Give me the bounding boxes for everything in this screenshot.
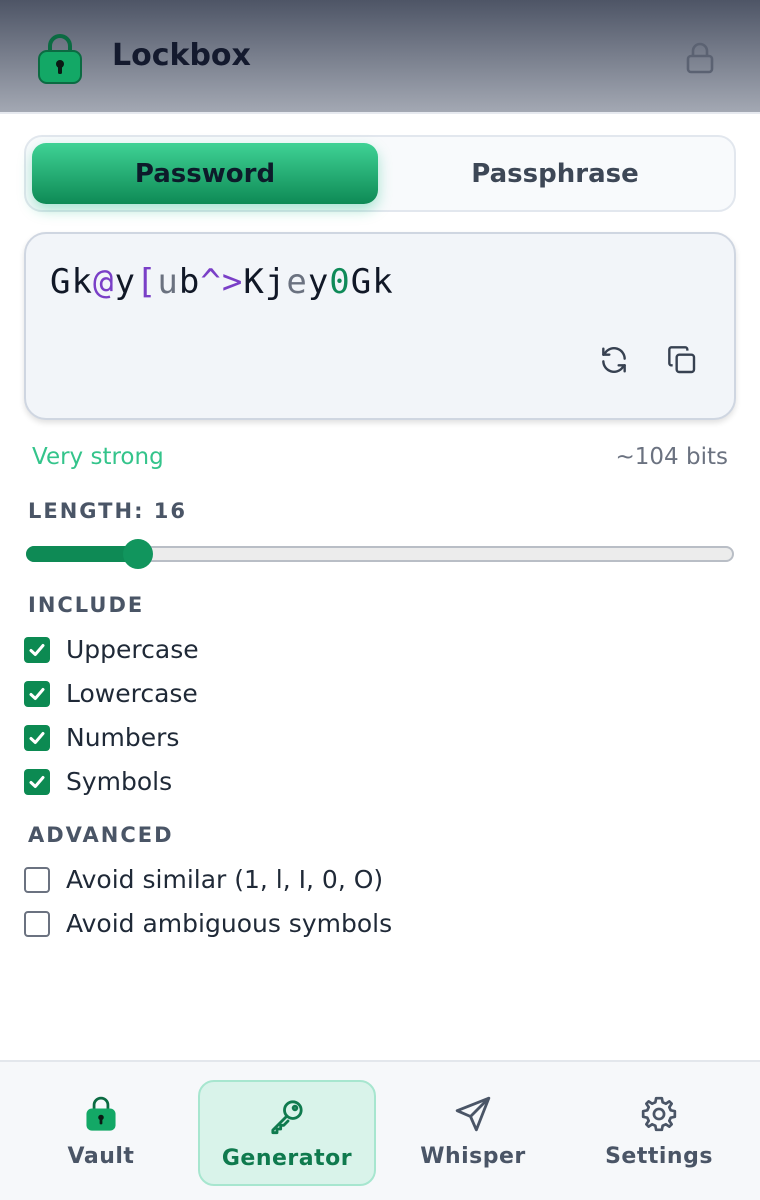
lock-button[interactable] (680, 38, 720, 78)
include-heading: INCLUDE (28, 593, 145, 617)
checkbox-uppercase[interactable] (24, 636, 50, 663)
option-avoid-ambiguous[interactable]: Avoid ambiguous symbols (24, 909, 392, 938)
slider-fill (26, 546, 138, 562)
key-icon (271, 1100, 303, 1135)
checkbox-avoid-similar[interactable] (24, 866, 50, 893)
checkbox-avoid-ambiguous[interactable] (24, 910, 50, 937)
regenerate-button[interactable] (594, 340, 634, 380)
green-lock-icon (86, 1096, 116, 1131)
length-slider[interactable] (26, 539, 734, 569)
app-title: Lockbox (112, 38, 251, 73)
nav-whisper[interactable]: Whisper (384, 1080, 562, 1186)
checkmark-icon (29, 643, 45, 656)
header-divider (0, 112, 760, 114)
option-numbers[interactable]: Numbers (24, 723, 179, 752)
copy-icon (668, 346, 696, 374)
option-label: Uppercase (66, 635, 199, 664)
entropy-bits: ~104 bits (615, 444, 728, 470)
advanced-heading: ADVANCED (28, 823, 174, 847)
mode-segmented-control: Password Passphrase (24, 135, 736, 212)
padlock-icon (686, 42, 714, 74)
nav-vault[interactable]: Vault (12, 1080, 190, 1186)
option-label: Avoid similar (1, l, I, 0, O) (66, 865, 384, 894)
generated-password[interactable]: Gk@y[ub^>Kjey0Gk (50, 262, 394, 302)
checkbox-numbers[interactable] (24, 724, 50, 751)
slider-thumb[interactable] (123, 539, 153, 569)
app-header: Lockbox (0, 0, 760, 112)
gear-icon (641, 1096, 677, 1132)
checkmark-icon (29, 775, 45, 788)
tab-password[interactable]: Password (32, 143, 378, 204)
option-label: Avoid ambiguous symbols (66, 909, 393, 938)
nav-label: Vault (67, 1144, 135, 1169)
tab-passphrase[interactable]: Passphrase (382, 143, 728, 204)
send-icon (455, 1096, 491, 1132)
checkmark-icon (29, 687, 45, 700)
option-label: Numbers (66, 723, 180, 752)
nav-label: Whisper (420, 1144, 526, 1169)
nav-label: Settings (605, 1144, 713, 1169)
checkmark-icon (29, 731, 45, 744)
strength-label: Very strong (32, 444, 164, 470)
bottom-nav: Vault Generator Whisper Settings (0, 1060, 760, 1200)
option-label: Lowercase (66, 679, 198, 708)
nav-label: Generator (221, 1146, 353, 1171)
nav-settings[interactable]: Settings (570, 1080, 748, 1186)
nav-generator[interactable]: Generator (198, 1080, 376, 1186)
copy-button[interactable] (662, 340, 702, 380)
length-label: LENGTH: 16 (28, 499, 188, 523)
checkbox-symbols[interactable] (24, 768, 50, 795)
option-lowercase[interactable]: Lowercase (24, 679, 198, 708)
checkbox-lowercase[interactable] (24, 680, 50, 707)
generated-password-card: Gk@y[ub^>Kjey0Gk (24, 232, 736, 420)
option-uppercase[interactable]: Uppercase (24, 635, 199, 664)
option-avoid-similar[interactable]: Avoid similar (1, l, I, 0, O) (24, 865, 383, 894)
option-symbols[interactable]: Symbols (24, 767, 172, 796)
option-label: Symbols (66, 767, 173, 796)
green-lock-icon (38, 34, 82, 84)
refresh-icon (602, 347, 626, 373)
